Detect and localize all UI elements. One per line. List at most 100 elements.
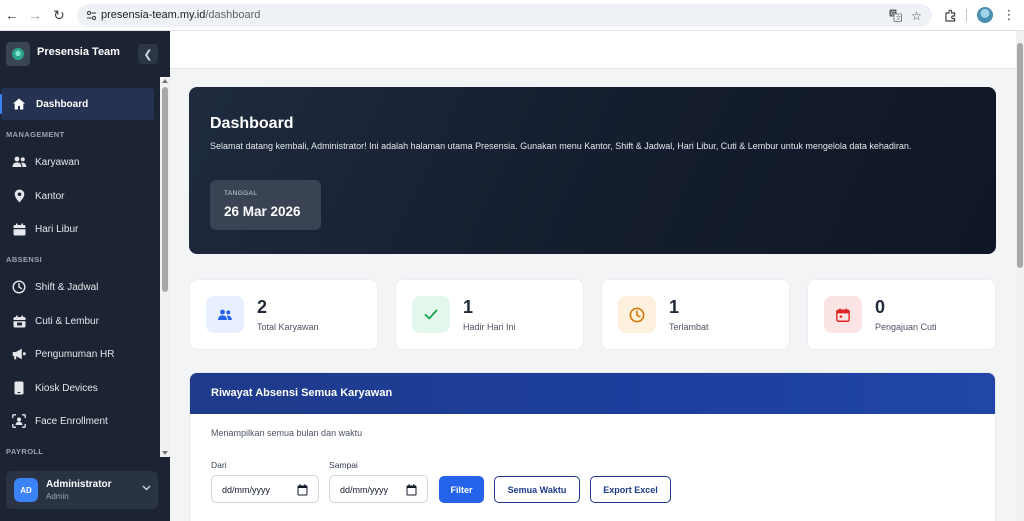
megaphone-icon <box>11 346 27 362</box>
sidebar-item-hari-libur[interactable]: Hari Libur <box>0 213 156 245</box>
clock-icon <box>11 279 27 295</box>
url-host: presensia-team.my.id <box>101 9 206 21</box>
stat-label: Hadir Hari Ini <box>463 322 516 332</box>
extensions-icon[interactable] <box>941 6 959 24</box>
sidebar-item-label: Karyawan <box>35 156 80 168</box>
to-date-input[interactable]: dd/mm/yyyy <box>329 475 428 503</box>
toolbar-divider <box>966 9 967 22</box>
sidebar-item-shift-jadwal[interactable]: Shift & Jadwal <box>0 271 156 303</box>
sidebar-item-pengumuman-hr[interactable]: Pengumuman HR <box>0 338 156 370</box>
calendar-picker-icon[interactable] <box>297 483 308 496</box>
address-bar[interactable]: presensia-team.my.id/dashboard G文 ☆ <box>77 4 932 27</box>
map-pin-icon <box>11 188 27 204</box>
sidebar-scrollbar[interactable] <box>160 77 170 457</box>
site-info-icon[interactable] <box>83 7 100 24</box>
clock-icon <box>618 296 656 333</box>
date-label: TANGGAL <box>224 190 258 197</box>
panel-title: Riwayat Absensi Semua Karyawan <box>211 387 393 399</box>
sidebar-item-cuti-lembur[interactable]: Cuti & Lembur <box>0 305 156 337</box>
section-management: MANAGEMENT <box>6 130 65 139</box>
date-value: 26 Mar 2026 <box>224 204 301 219</box>
stat-value: 1 <box>669 297 680 317</box>
stat-card-hadir-hari-ini: 1 Hadir Hari Ini <box>395 279 584 350</box>
profile-avatar[interactable] <box>976 6 994 24</box>
sidebar-item-label: Shift & Jadwal <box>35 281 99 293</box>
to-label: Sampai <box>329 460 358 470</box>
reload-icon[interactable]: ↻ <box>50 6 68 24</box>
calendar-edit-icon <box>11 313 27 329</box>
tablet-icon <box>11 380 27 396</box>
section-absensi: ABSENSI <box>6 255 43 264</box>
panel-subtitle: Menampilkan semua bulan dan waktu <box>211 428 363 438</box>
svg-text:文: 文 <box>896 14 902 22</box>
user-name: Administrator <box>46 479 112 490</box>
welcome-banner: Dashboard Selamat datang kembali, Admini… <box>189 87 996 254</box>
stat-card-total-karyawan: 2 Total Karyawan <box>189 279 378 350</box>
sidebar-item-kantor[interactable]: Kantor <box>0 180 156 212</box>
browser-toolbar: ← → ↻ presensia-team.my.id/dashboard G文 … <box>0 0 1024 31</box>
user-role: Admin <box>46 492 69 501</box>
welcome-text: Selamat datang kembali, Administrator! I… <box>210 141 912 151</box>
sidebar-item-label: Hari Libur <box>35 223 79 235</box>
sidebar-item-label: Dashboard <box>36 98 89 110</box>
stat-card-terlambat: 1 Terlambat <box>601 279 790 350</box>
stat-label: Pengajuan Cuti <box>875 322 937 332</box>
attendance-history-panel: Riwayat Absensi Semua Karyawan Menampilk… <box>189 372 996 521</box>
stat-card-pengajuan-cuti: 0 Pengajuan Cuti <box>807 279 996 350</box>
avatar: AD <box>14 478 38 502</box>
calendar-icon <box>824 296 862 333</box>
from-label: Dari <box>211 460 227 470</box>
calendar-picker-icon[interactable] <box>406 483 417 496</box>
stat-label: Terlambat <box>669 322 709 332</box>
from-date-input[interactable]: dd/mm/yyyy <box>211 475 319 503</box>
url-path: /dashboard <box>205 9 261 21</box>
date-placeholder: dd/mm/yyyy <box>340 485 389 495</box>
sidebar-brand: Presensia Team ❮ <box>0 31 170 77</box>
user-menu[interactable]: AD Administrator Admin <box>6 471 158 509</box>
sidebar-item-label: Face Enrollment <box>35 415 108 427</box>
page-title: Dashboard <box>210 115 294 132</box>
calendar-icon <box>11 221 27 237</box>
filter-button[interactable]: Filter <box>439 476 484 503</box>
sidebar-item-label: Kiosk Devices <box>35 382 98 394</box>
sidebar-item-karyawan[interactable]: Karyawan <box>0 146 156 178</box>
export-excel-button[interactable]: Export Excel <box>590 476 671 503</box>
sidebar-item-label: Cuti & Lembur <box>35 315 99 327</box>
stat-label: Total Karyawan <box>257 322 319 332</box>
sidebar-item-label: Pengumuman HR <box>35 348 115 360</box>
sidebar: Presensia Team ❮ Dashboard MANAGEMENT Ka… <box>0 31 170 521</box>
forward-icon[interactable]: → <box>26 6 44 24</box>
home-icon <box>11 96 27 112</box>
brand-name: Presensia Team <box>37 46 120 58</box>
bookmark-star-icon[interactable]: ☆ <box>909 8 924 23</box>
stat-value: 1 <box>463 297 474 317</box>
scroll-up-icon[interactable] <box>162 79 168 83</box>
users-icon <box>11 154 27 170</box>
back-icon[interactable]: ← <box>3 6 21 24</box>
stat-value: 2 <box>257 297 268 317</box>
sidebar-scroll-thumb[interactable] <box>162 87 168 292</box>
page-scrollbar[interactable] <box>1016 31 1024 521</box>
brand-logo <box>6 42 30 66</box>
url-text: presensia-team.my.id/dashboard <box>101 9 260 21</box>
panel-header: Riwayat Absensi Semua Karyawan <box>190 373 995 414</box>
scroll-down-icon[interactable] <box>162 451 168 455</box>
date-placeholder: dd/mm/yyyy <box>222 485 271 495</box>
sidebar-item-dashboard[interactable]: Dashboard <box>0 88 154 120</box>
collapse-sidebar-button[interactable]: ❮ <box>138 44 158 64</box>
check-icon <box>412 296 450 333</box>
users-icon <box>206 296 244 333</box>
stat-value: 0 <box>875 297 886 317</box>
sidebar-item-label: Kantor <box>35 190 65 202</box>
section-payroll: PAYROLL <box>6 447 44 456</box>
sidebar-item-face-enrollment[interactable]: Face Enrollment <box>0 405 156 437</box>
sidebar-item-kiosk-devices[interactable]: Kiosk Devices <box>0 372 156 404</box>
date-card: TANGGAL 26 Mar 2026 <box>210 180 321 230</box>
chevron-down-icon <box>142 483 151 494</box>
top-bar <box>170 31 1016 69</box>
face-scan-icon <box>11 413 27 429</box>
translate-icon[interactable]: G文 <box>888 8 903 23</box>
all-time-button[interactable]: Semua Waktu <box>494 476 580 503</box>
chrome-menu-icon[interactable]: ⋮ <box>1000 6 1018 24</box>
page-scroll-thumb[interactable] <box>1017 43 1023 268</box>
